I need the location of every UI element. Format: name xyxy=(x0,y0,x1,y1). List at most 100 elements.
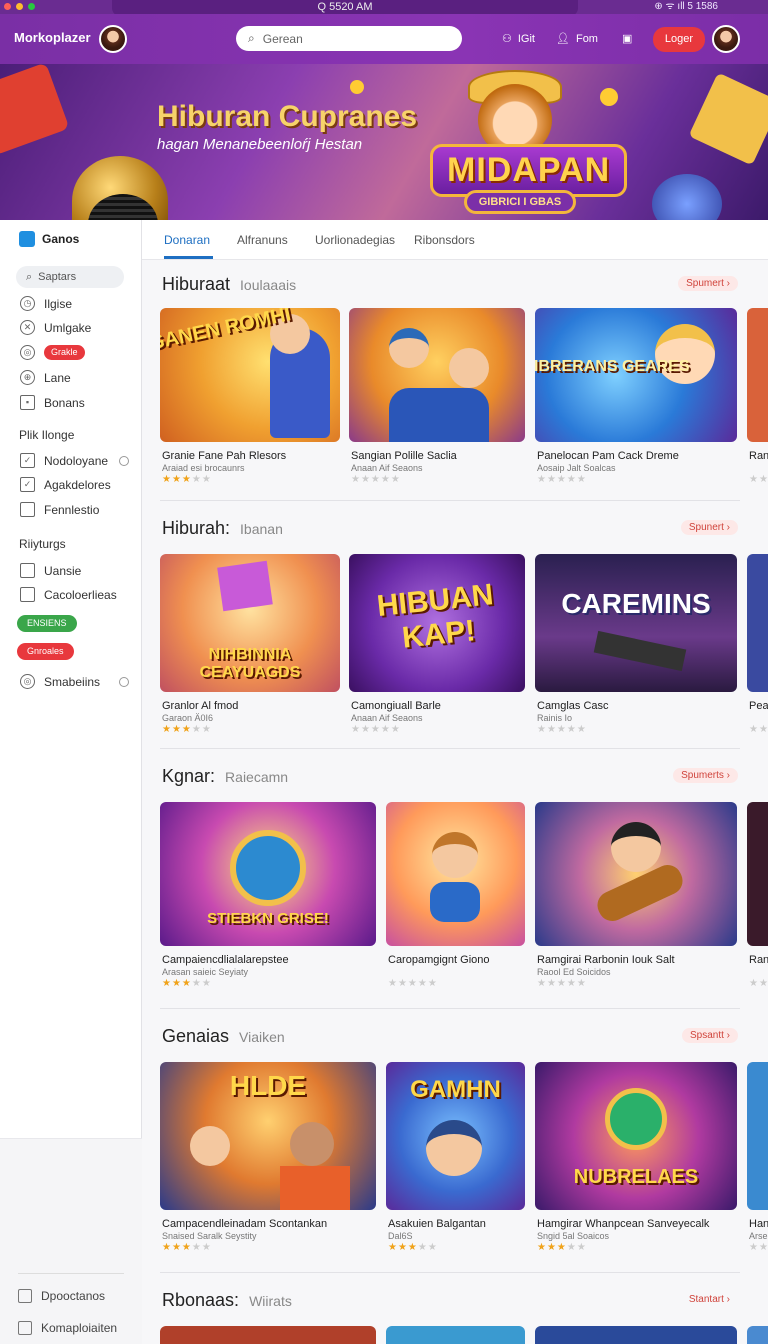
section-title: Rbonaas: Wiirats xyxy=(162,1290,292,1311)
see-more-link[interactable]: Spumert › xyxy=(678,276,738,291)
maximize-dot[interactable] xyxy=(28,3,35,10)
sidebar-footer-item[interactable]: Komaploiaiten xyxy=(18,1321,117,1335)
hero-badge[interactable]: GIBRICI I GBAS xyxy=(464,190,576,214)
tab-2[interactable]: Uorlionadegias xyxy=(315,233,395,247)
sidebar-group-heading: Riiyturgs xyxy=(19,537,66,551)
sidebar-group-item[interactable]: ✓ Nodoloyane xyxy=(20,453,130,468)
thumbnail-label: GAMHN xyxy=(410,1076,501,1103)
sidebar-pill-green[interactable]: ENSIENS xyxy=(17,615,77,632)
sidebar-heading[interactable]: Ganos xyxy=(19,231,79,247)
gift-box-graphic xyxy=(0,64,70,156)
header-link-label: IGit xyxy=(517,32,535,45)
coin-graphic xyxy=(600,88,618,106)
sidebar-item-label: Uansie xyxy=(44,563,82,578)
section-title: Genaias Viaiken xyxy=(162,1026,285,1047)
sidebar-group-item[interactable]: Cacoloerlieas xyxy=(20,587,117,602)
sidebar-item-0[interactable]: ◷ Ilgise xyxy=(20,296,72,311)
brand-logo[interactable]: Morkoplazer xyxy=(14,30,91,45)
section-divider xyxy=(160,500,740,501)
section-title-text: Hiburaat xyxy=(162,274,231,294)
minimize-dot[interactable] xyxy=(16,3,23,10)
sidebar-item-3[interactable]: ⊕ Lane xyxy=(20,370,71,385)
see-more-link[interactable]: Spunert › xyxy=(680,520,738,535)
game-thumbnail[interactable] xyxy=(747,554,768,692)
sidebar-group-item[interactable]: ✓ Agakdelores xyxy=(20,477,111,492)
thumbnail-label: NIHBINNIA CEAYUAGDS xyxy=(199,646,301,681)
game-title: Panelocan Pam Cack Dreme xyxy=(537,450,679,462)
sidebar-search[interactable]: ⌕ Saptars xyxy=(16,266,124,288)
search-input[interactable]: ⌕ Gerean xyxy=(236,26,462,51)
see-more-link[interactable]: Spumerts › xyxy=(673,768,738,783)
notifications-button[interactable]: ▣ xyxy=(622,32,632,45)
tab-bar: Donaran Alfranuns Uorlionadegias Ribonsd… xyxy=(142,220,768,260)
game-thumbnail[interactable]: NUBRELAES xyxy=(535,1062,737,1210)
radio-dot[interactable] xyxy=(119,676,130,687)
system-bar: Q 5520 AM ⊕ ᯤ ıll 5 1586 xyxy=(0,0,768,16)
sidebar-item-2[interactable]: ◎ Grakle xyxy=(20,345,85,360)
game-thumbnail[interactable]: GANEN ROMHI xyxy=(160,308,340,442)
header-link-git[interactable]: ⚇ IGit xyxy=(502,32,535,46)
sidebar-footer-label: Komaploiaiten xyxy=(41,1321,118,1335)
rating-stars: ★★★★★ xyxy=(162,1242,212,1253)
orb-graphic xyxy=(652,174,722,220)
header-link-profile[interactable]: 👤︎ Fom xyxy=(556,32,598,46)
sidebar-footer: Dpooctanos Komaploiaiten xyxy=(0,1138,142,1344)
sidebar-heading-label: Ganos xyxy=(42,232,80,246)
check-icon: ✓ xyxy=(20,477,35,492)
game-thumbnail[interactable] xyxy=(747,1062,768,1210)
sidebar-item-label: Umlgake xyxy=(44,320,92,335)
tab-1[interactable]: Alfranuns xyxy=(237,233,288,247)
game-thumbnail[interactable]: STIEBKN GRISE! xyxy=(160,802,376,946)
game-thumbnail[interactable] xyxy=(349,308,525,442)
sidebar-item-1[interactable]: ✕ Umlgake xyxy=(20,320,91,335)
top-header: Morkoplazer ⌕ Gerean ⚇ IGit 👤︎ Fom ▣ Log… xyxy=(0,14,768,64)
game-subtitle: Garaon Ä0I6 xyxy=(162,713,214,723)
document-icon xyxy=(18,1289,32,1303)
game-thumbnail[interactable]: NIHBINNIA CEAYUAGDS xyxy=(160,554,340,692)
sidebar-item-label: Agakdelores xyxy=(44,477,111,492)
game-thumbnail[interactable]: HIBRERANS GEARES xyxy=(535,308,737,442)
game-thumbnail[interactable] xyxy=(386,1326,525,1344)
sidebar-item-label: Ilgise xyxy=(44,296,73,311)
game-thumbnail[interactable]: HLDE xyxy=(160,1062,376,1210)
game-thumbnail[interactable]: GAMHN xyxy=(386,1062,525,1210)
sidebar-group-item[interactable]: Fennlestio xyxy=(20,502,99,517)
sidebar-footer-item[interactable]: Dpooctanos xyxy=(18,1289,105,1303)
sidebar-item-last[interactable]: ◎ Smabeiins xyxy=(20,674,130,689)
tab-0[interactable]: Donaran xyxy=(164,233,210,247)
see-more-link[interactable]: Stantart › xyxy=(681,1292,738,1307)
thumbnail-label: CAREMINS xyxy=(561,588,711,619)
radio-dot[interactable] xyxy=(119,455,130,466)
user-avatar[interactable] xyxy=(712,25,740,53)
close-dot[interactable] xyxy=(4,3,11,10)
game-thumbnail[interactable] xyxy=(747,1326,768,1344)
game-thumbnail[interactable]: HIBUAN KAP! xyxy=(349,554,525,692)
sidebar-pill-red[interactable]: Gnroales xyxy=(17,643,74,660)
sidebar-item-4[interactable]: ▪ Bonans xyxy=(20,395,85,410)
check-icon: ✓ xyxy=(20,453,35,468)
game-thumbnail[interactable] xyxy=(160,1326,376,1344)
hero-banner[interactable]: Hiburan Cupranes hagan Menanebeenloŕj He… xyxy=(0,64,768,220)
thumbnail-label: STIEBKN GRISE! xyxy=(207,910,329,927)
game-thumbnail[interactable] xyxy=(386,802,525,946)
rating-stars: ★★ xyxy=(749,978,768,989)
gift-box-graphic xyxy=(217,560,273,612)
tab-3[interactable]: Ribonsdors xyxy=(414,233,475,247)
game-subtitle: Anaan Aif Seaons xyxy=(351,713,423,723)
window-controls[interactable] xyxy=(4,3,35,10)
rating-stars: ★★★★★ xyxy=(388,978,438,989)
game-thumbnail[interactable] xyxy=(747,308,768,442)
see-more-link[interactable]: Spsantt › xyxy=(681,1028,738,1043)
people-icon: ⚇ xyxy=(502,33,512,45)
game-thumbnail[interactable] xyxy=(535,802,737,946)
avatar[interactable] xyxy=(99,25,127,53)
thumbnail-label: HIBRERANS GEARES xyxy=(535,358,690,375)
game-thumbnail[interactable] xyxy=(747,802,768,946)
game-thumbnail[interactable]: CAREMINS xyxy=(535,554,737,692)
game-title: Campaiencdlialalarepstee xyxy=(162,954,289,966)
section-subtitle: Ibanan xyxy=(240,521,283,537)
game-thumbnail[interactable] xyxy=(535,1326,737,1344)
sidebar-group-item[interactable]: Uansie xyxy=(20,563,81,578)
login-button[interactable]: Loger xyxy=(653,27,705,52)
section-title: Hiburah: Ibanan xyxy=(162,518,283,539)
